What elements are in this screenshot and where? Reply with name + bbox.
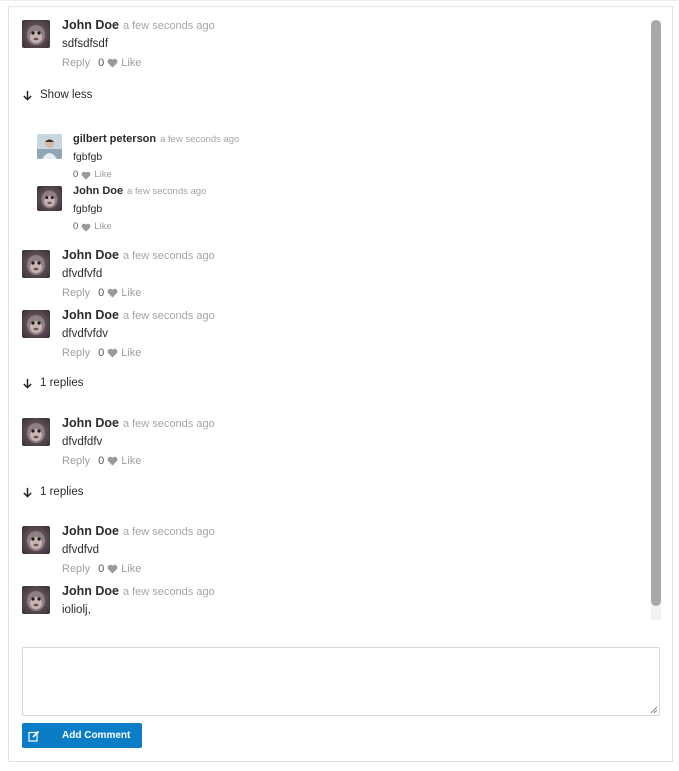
- comment-text: dfvdfvfdv: [62, 328, 109, 340]
- avatar[interactable]: [37, 186, 62, 211]
- like-button[interactable]: Like: [121, 346, 141, 360]
- heart-icon[interactable]: [107, 348, 118, 358]
- avatar[interactable]: [22, 526, 50, 554]
- comment-author: John Doe: [62, 248, 119, 262]
- resize-handle-icon[interactable]: [650, 706, 658, 714]
- replies-count-label: 1 replies: [40, 486, 84, 498]
- comment-time: a few seconds ago: [160, 134, 240, 145]
- comment-time: a few seconds ago: [127, 186, 207, 197]
- monkey-avatar-icon: [22, 20, 50, 48]
- comment-author: John Doe: [62, 416, 119, 430]
- reply-link[interactable]: Reply: [62, 56, 90, 70]
- comment-author: John Doe: [62, 308, 119, 322]
- heart-icon[interactable]: [81, 171, 91, 180]
- monkey-avatar-icon: [22, 310, 50, 338]
- comment-textarea[interactable]: [22, 647, 660, 716]
- comment-author: John Doe: [62, 524, 119, 538]
- edit-icon: [22, 723, 46, 748]
- add-comment-button[interactable]: Add Comment: [22, 723, 142, 748]
- comment-author: John Doe: [73, 185, 124, 197]
- comment-time: a few seconds ago: [122, 20, 215, 32]
- heart-icon[interactable]: [107, 456, 118, 466]
- comment-text: fgbfgb: [73, 203, 103, 215]
- like-count: 0: [98, 287, 105, 299]
- add-comment-label: Add Comment: [62, 730, 131, 741]
- show-less-toggle[interactable]: Show less: [22, 89, 92, 101]
- avatar[interactable]: [22, 586, 50, 614]
- person-avatar-icon: [37, 134, 62, 159]
- avatar[interactable]: [22, 250, 50, 278]
- show-replies-toggle[interactable]: 1 replies: [22, 377, 83, 389]
- comment-time: a few seconds ago: [122, 586, 215, 598]
- comment-text: fgbfgb: [73, 151, 103, 163]
- monkey-avatar-icon: [22, 526, 50, 554]
- monkey-avatar-icon: [22, 418, 50, 446]
- comment-time: a few seconds ago: [122, 526, 215, 538]
- like-button[interactable]: Like: [94, 168, 111, 182]
- replies-count-label: 1 replies: [40, 377, 84, 389]
- heart-icon[interactable]: [81, 223, 91, 232]
- show-less-label: Show less: [40, 89, 93, 101]
- comment-text: dfvdfvd: [62, 544, 100, 556]
- like-count: 0: [98, 57, 105, 69]
- comment-text: dfvdfvfd: [62, 268, 103, 280]
- like-button[interactable]: Like: [121, 56, 141, 70]
- like-button[interactable]: Like: [121, 562, 141, 576]
- avatar[interactable]: [22, 310, 50, 338]
- heart-icon[interactable]: [107, 288, 118, 298]
- arrow-down-icon: [23, 378, 32, 389]
- arrow-down-icon: [23, 90, 32, 101]
- heart-icon[interactable]: [107, 58, 118, 68]
- heart-icon[interactable]: [107, 564, 118, 574]
- like-button[interactable]: Like: [121, 286, 141, 300]
- show-replies-toggle[interactable]: 1 replies: [22, 486, 83, 498]
- like-count: 0: [98, 347, 105, 359]
- comment-time: a few seconds ago: [122, 418, 215, 430]
- comment-author: John Doe: [62, 584, 119, 598]
- like-count: 0: [98, 563, 105, 575]
- avatar[interactable]: [37, 134, 62, 159]
- reply-link[interactable]: Reply: [62, 454, 90, 468]
- monkey-avatar-icon: [22, 586, 50, 614]
- scrollbar-thumb[interactable]: [651, 20, 661, 606]
- avatar[interactable]: [22, 418, 50, 446]
- comment-author: gilbert peterson: [73, 133, 157, 145]
- monkey-avatar-icon: [37, 186, 62, 211]
- top-divider: [0, 0, 679, 1]
- reply-link[interactable]: Reply: [62, 346, 90, 360]
- monkey-avatar-icon: [22, 250, 50, 278]
- arrow-down-icon: [23, 487, 32, 498]
- like-button[interactable]: Like: [94, 220, 111, 234]
- avatar[interactable]: [22, 20, 50, 48]
- comment-text: sdfsdfsdf: [62, 38, 109, 50]
- like-count: 0: [98, 455, 105, 467]
- reply-link[interactable]: Reply: [62, 562, 90, 576]
- like-count: 0: [73, 221, 79, 232]
- reply-link[interactable]: Reply: [62, 286, 90, 300]
- comment-text: ioliolj,: [62, 604, 91, 616]
- like-count: 0: [73, 169, 79, 180]
- comment-time: a few seconds ago: [122, 310, 215, 322]
- comment-time: a few seconds ago: [122, 250, 215, 262]
- like-button[interactable]: Like: [121, 454, 141, 468]
- comment-author: John Doe: [62, 18, 119, 32]
- comment-text: dfvdfdfv: [62, 436, 103, 448]
